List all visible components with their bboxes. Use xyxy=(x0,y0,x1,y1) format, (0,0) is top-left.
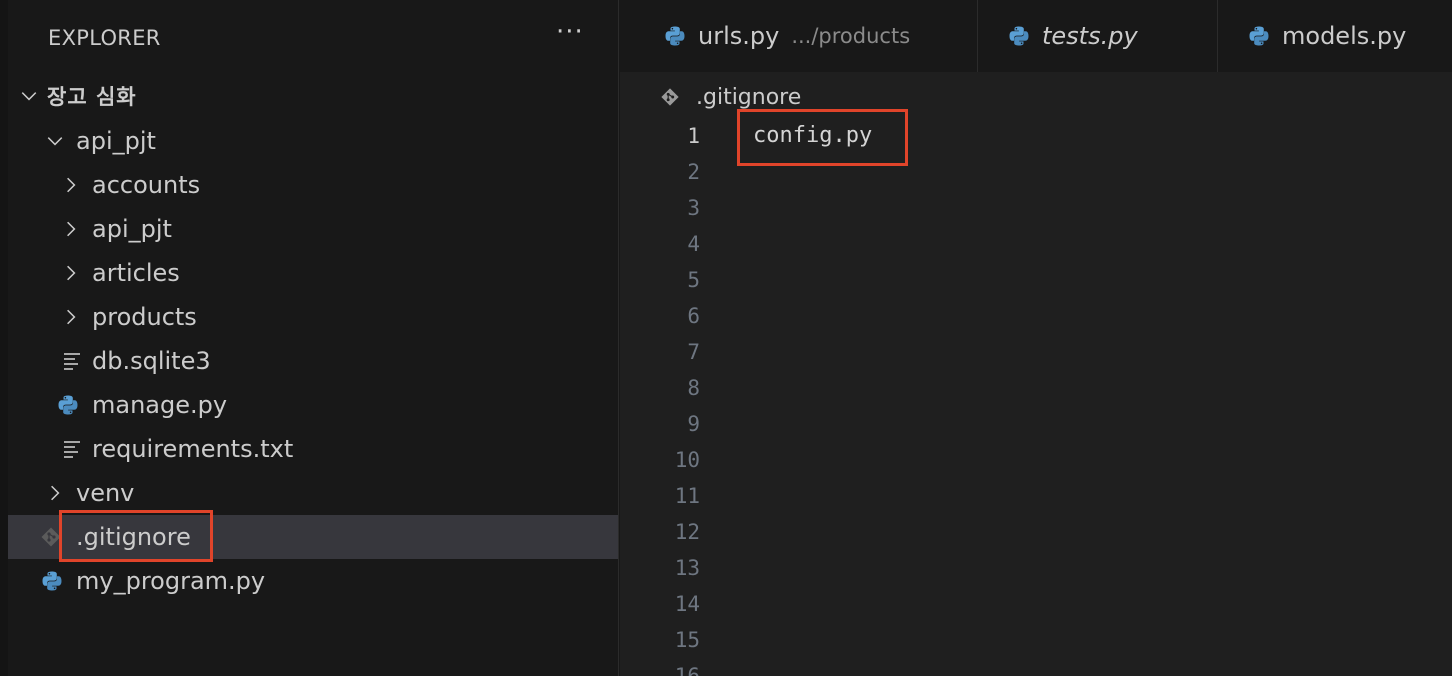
tab-label: urls.py xyxy=(698,22,780,50)
tree-item-label: accounts xyxy=(92,171,201,199)
python-icon xyxy=(1248,25,1270,47)
tree-item-label: venv xyxy=(76,479,135,507)
line-number: 8 xyxy=(687,376,700,400)
tab-tests-py[interactable]: tests.py xyxy=(978,0,1218,72)
explorer-title: EXPLORER xyxy=(48,26,161,50)
tree-file-manage-py[interactable]: manage.py xyxy=(8,383,618,427)
chevron-right-icon xyxy=(62,220,80,238)
tab-label: tests.py xyxy=(1042,22,1138,50)
gitignore-highlight-box xyxy=(59,510,213,562)
tree-item-label: api_pjt xyxy=(92,215,172,243)
chevron-right-icon xyxy=(62,308,80,326)
tree-file-requirements-txt[interactable]: requirements.txt xyxy=(8,427,618,471)
editor-area: urls.py .../products tests.py models.py xyxy=(620,0,1452,676)
tree-item-label: my_program.py xyxy=(76,567,266,595)
tree-file-db-sqlite3[interactable]: db.sqlite3 xyxy=(8,339,618,383)
chevron-right-icon xyxy=(46,484,64,502)
tree-root-label: 장고 심화 xyxy=(47,85,137,109)
tree-root-folder[interactable]: 장고 심화 xyxy=(8,74,618,118)
line-number: 14 xyxy=(674,592,700,616)
breadcrumb[interactable]: .gitignore xyxy=(660,82,801,112)
tree-folder-products[interactable]: products xyxy=(8,295,618,339)
python-icon xyxy=(41,570,63,592)
git-icon xyxy=(660,87,680,107)
line-number: 9 xyxy=(687,412,700,436)
line-number: 12 xyxy=(674,520,700,544)
chevron-right-icon xyxy=(62,176,80,194)
more-actions-icon[interactable]: ··· xyxy=(556,19,588,54)
python-icon xyxy=(57,394,79,416)
tree-item-label: articles xyxy=(92,259,180,287)
tree-folder-accounts[interactable]: accounts xyxy=(8,163,618,207)
config-highlight-box xyxy=(737,109,908,166)
text-file-icon xyxy=(61,350,83,372)
tree-file-my-program-py[interactable]: my_program.py xyxy=(8,559,618,603)
chevron-down-icon xyxy=(20,87,38,105)
tree-item-label: db.sqlite3 xyxy=(92,347,211,375)
chevron-right-icon xyxy=(62,264,80,282)
breadcrumb-file: .gitignore xyxy=(696,84,802,110)
tree-item-label: manage.py xyxy=(92,391,228,419)
line-number: 6 xyxy=(687,304,700,328)
line-number: 16 xyxy=(674,664,700,676)
line-number: 13 xyxy=(674,556,700,580)
line-number: 15 xyxy=(674,628,700,652)
line-number: 4 xyxy=(687,232,700,256)
line-number: 7 xyxy=(687,340,700,364)
line-number: 10 xyxy=(674,448,700,472)
tree-item-label: requirements.txt xyxy=(92,435,294,463)
line-number: 11 xyxy=(674,484,700,508)
tree-item-label: products xyxy=(92,303,197,331)
tab-label: models.py xyxy=(1282,22,1407,50)
tab-urls-py[interactable]: urls.py .../products xyxy=(620,0,978,72)
text-file-icon xyxy=(61,438,83,460)
line-number: 3 xyxy=(687,196,700,220)
python-icon xyxy=(1008,25,1030,47)
tree-folder-api-pjt-inner[interactable]: api_pjt xyxy=(8,207,618,251)
tab-bar: urls.py .../products tests.py models.py xyxy=(620,0,1452,72)
tree-folder-articles[interactable]: articles xyxy=(8,251,618,295)
tab-description: .../products xyxy=(791,24,911,48)
tree-folder-venv[interactable]: venv xyxy=(8,471,618,515)
tab-models-py[interactable]: models.py xyxy=(1218,0,1452,72)
line-number: 2 xyxy=(687,160,700,184)
tree-item-label: api_pjt xyxy=(76,127,156,155)
chevron-down-icon xyxy=(46,132,64,150)
line-number: 1 xyxy=(687,124,700,148)
python-icon xyxy=(664,25,686,47)
line-number: 5 xyxy=(687,268,700,292)
tree-folder-api-pjt[interactable]: api_pjt xyxy=(8,119,618,163)
explorer-sidebar: EXPLORER ··· 장고 심화 api_pjt accounts api_… xyxy=(0,0,619,676)
